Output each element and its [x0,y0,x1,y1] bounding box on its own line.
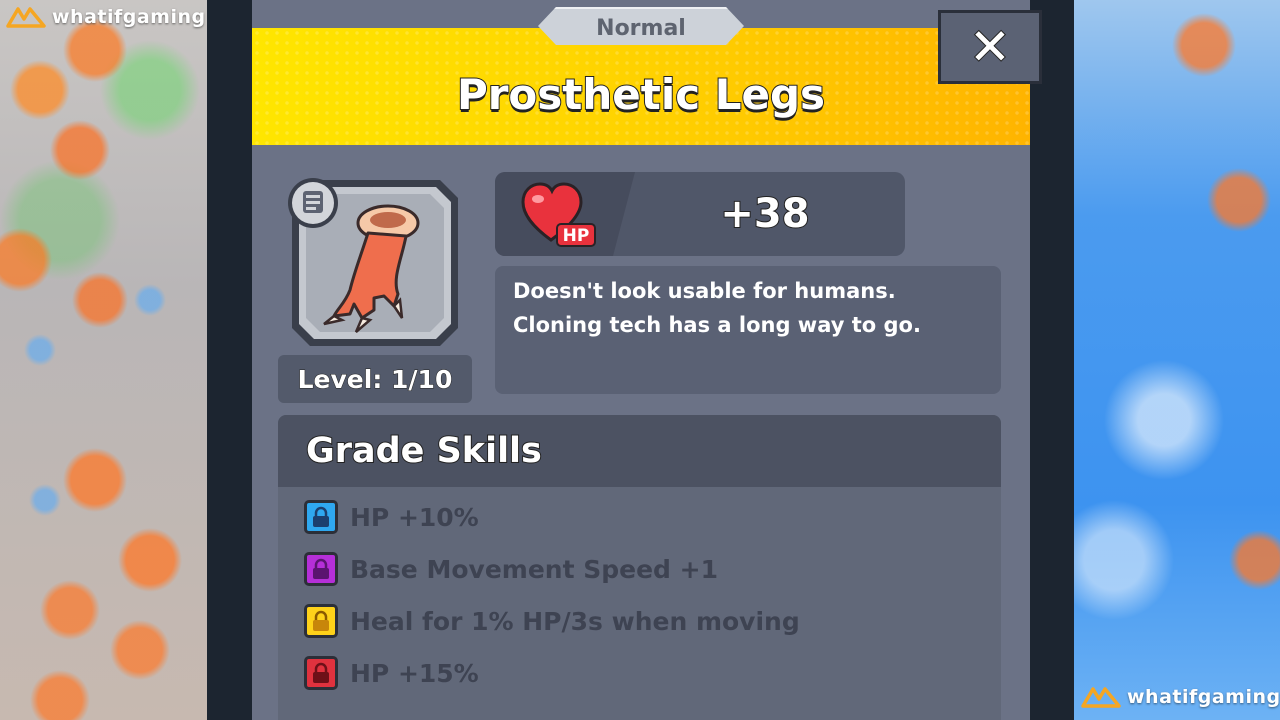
item-level: Level: 1/10 [278,355,472,403]
description-line: Doesn't look usable for humans. [513,279,896,303]
close-button[interactable]: ✕ [938,10,1042,84]
item-title: Prosthetic Legs [456,69,826,120]
game-background-right [1074,0,1280,720]
watermark-top-left: whatifgaming [6,6,206,28]
skill-row: Heal for 1% HP/3s when moving [304,601,800,641]
skill-text: Base Movement Speed +1 [350,554,718,584]
item-detail-dialog: Prosthetic Legs Normal ✕ Level: 1/10 HP … [252,0,1042,720]
lock-icon [304,552,338,586]
description-line: Cloning tech has a long way to go. [513,313,921,337]
skill-row: HP +10% [304,497,479,537]
dialog-header: Prosthetic Legs [252,28,1030,145]
item-description: Doesn't look usable for humans. Cloning … [495,266,1001,394]
heart-hp-icon: HP [521,182,596,247]
lock-icon [304,604,338,638]
watermark-bottom-right: whatifgaming [1081,686,1280,708]
game-background-left [0,0,207,720]
backdrop-strip-left [207,0,252,720]
skill-row: Base Movement Speed +1 [304,549,718,589]
lock-icon [304,500,338,534]
whatifgaming-logo-icon [1081,687,1121,708]
whatifgaming-logo-icon [6,7,46,28]
skill-text: HP +10% [350,502,479,532]
close-icon: ✕ [968,17,1012,77]
hp-icon-label: HP [563,226,590,246]
stat-value: +38 [719,190,810,238]
watermark-text: whatifgaming [52,6,206,28]
backdrop-strip-right [1030,0,1074,720]
lock-icon [304,656,338,690]
rarity-tab: Normal [538,7,744,45]
skill-row: HP +15% [304,653,479,693]
grade-skills-heading: Grade Skills [278,415,1001,487]
skill-text: Heal for 1% HP/3s when moving [350,606,800,636]
watermark-text: whatifgaming [1127,686,1280,708]
stat-bar: HP +38 [495,172,905,256]
grade-skills-panel: Grade Skills HP +10% Base Movement Speed… [278,415,1001,720]
skill-text: HP +15% [350,658,479,688]
scroll-icon [286,176,340,230]
